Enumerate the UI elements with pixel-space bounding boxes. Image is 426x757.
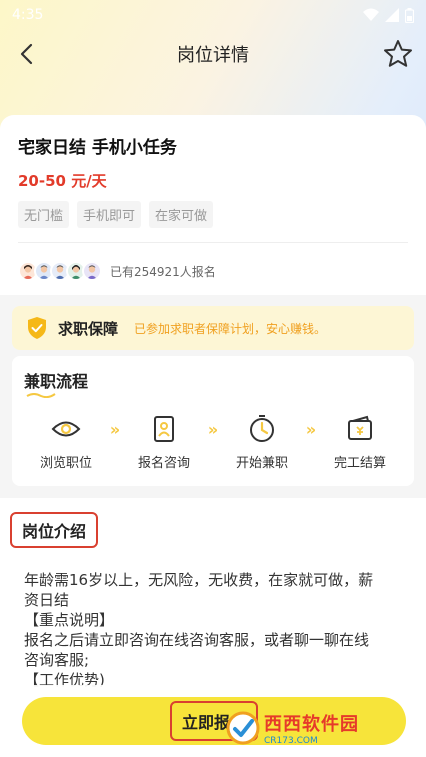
job-title: 宅家日结 手机小任务: [18, 138, 177, 158]
intro-title-highlight: 岗位介绍: [10, 512, 99, 548]
avatar: [82, 261, 102, 281]
job-tag: 无门槛: [18, 201, 70, 228]
back-icon[interactable]: [14, 40, 42, 68]
favorite-star-icon[interactable]: [382, 38, 414, 70]
process-step-label: 报名咨询: [137, 456, 190, 471]
guarantee-title: 求职保障: [58, 319, 119, 338]
process-step-start: 开始兼职: [226, 414, 298, 471]
status-time: 4:35: [12, 7, 44, 23]
signup-row: 已有254921人报名: [18, 261, 408, 281]
chevron-right-icon: »: [305, 420, 317, 439]
watermark-text: 西西软件园: [264, 714, 359, 735]
wallet-icon: [348, 415, 372, 440]
eye-icon: [51, 421, 81, 437]
avatar-stack: [18, 261, 102, 281]
intro-line: 资日结: [24, 591, 70, 609]
intro-title-text: 岗位介绍: [22, 522, 87, 541]
job-tag: 手机即可: [77, 201, 142, 228]
job-salary: 20-50 元/天: [18, 172, 107, 190]
chevron-right-icon: »: [109, 420, 121, 439]
intro-title: 岗位介绍: [22, 518, 86, 542]
clipboard-icon: [154, 416, 174, 442]
signal-icon: [385, 8, 399, 22]
intro-line: 【重点说明】: [24, 611, 115, 629]
shield-icon: [28, 317, 46, 339]
process-step-signup: 报名咨询: [128, 414, 200, 471]
job-tag: 在家可做: [149, 201, 214, 228]
timer-icon: [250, 415, 274, 442]
page-title: 岗位详情: [177, 45, 249, 66]
intro-line: 咨询客服;: [24, 651, 90, 669]
process-step-label: 完工结算: [333, 456, 386, 471]
wifi-icon: [363, 8, 379, 21]
process-section: 兼职流程 浏览职位 » 报名咨询 » 开始兼职 » 完工结算: [12, 356, 414, 486]
intro-body: 年龄需16岁以上，无风险，无收费，在家就可做，薪 资日结 【重点说明】 报名之后…: [24, 570, 402, 690]
process-step-label: 开始兼职: [235, 456, 288, 471]
process-step-label: 浏览职位: [39, 456, 92, 471]
nav-header: 岗位详情: [0, 30, 426, 78]
guarantee-desc: 已参加求职者保障计划，安心赚钱。: [134, 321, 327, 336]
intro-line: 年龄需16岁以上，无风险，无收费，在家就可做，薪: [24, 571, 374, 589]
title-underline: [26, 393, 56, 398]
status-bar: 4:35: [0, 0, 426, 30]
job-summary-card: 宅家日结 手机小任务 20-50 元/天 无门槛 手机即可 在家可做 已有254…: [0, 115, 426, 295]
site-watermark: 西西软件园 CR173.COM: [226, 708, 416, 748]
watermark-logo: [226, 711, 260, 745]
chevron-right-icon: »: [207, 420, 219, 439]
process-step-settle: 完工结算: [324, 414, 396, 471]
job-tags: 无门槛 手机即可 在家可做: [18, 201, 408, 228]
guarantee-banner[interactable]: 求职保障 已参加求职者保障计划，安心赚钱。: [12, 306, 414, 350]
process-title: 兼职流程: [24, 368, 89, 398]
watermark-url: CR173.COM: [264, 736, 318, 746]
process-steps: 浏览职位 » 报名咨询 » 开始兼职 » 完工结算: [24, 414, 402, 471]
signup-count: 已有254921人报名: [110, 264, 216, 279]
intro-line: 报名之后请立即咨询在线咨询客服，或者聊一聊在线: [24, 631, 370, 649]
battery-icon: [405, 7, 414, 23]
divider: [18, 242, 408, 243]
process-title-text: 兼职流程: [24, 372, 89, 391]
process-step-browse: 浏览职位: [30, 414, 102, 471]
